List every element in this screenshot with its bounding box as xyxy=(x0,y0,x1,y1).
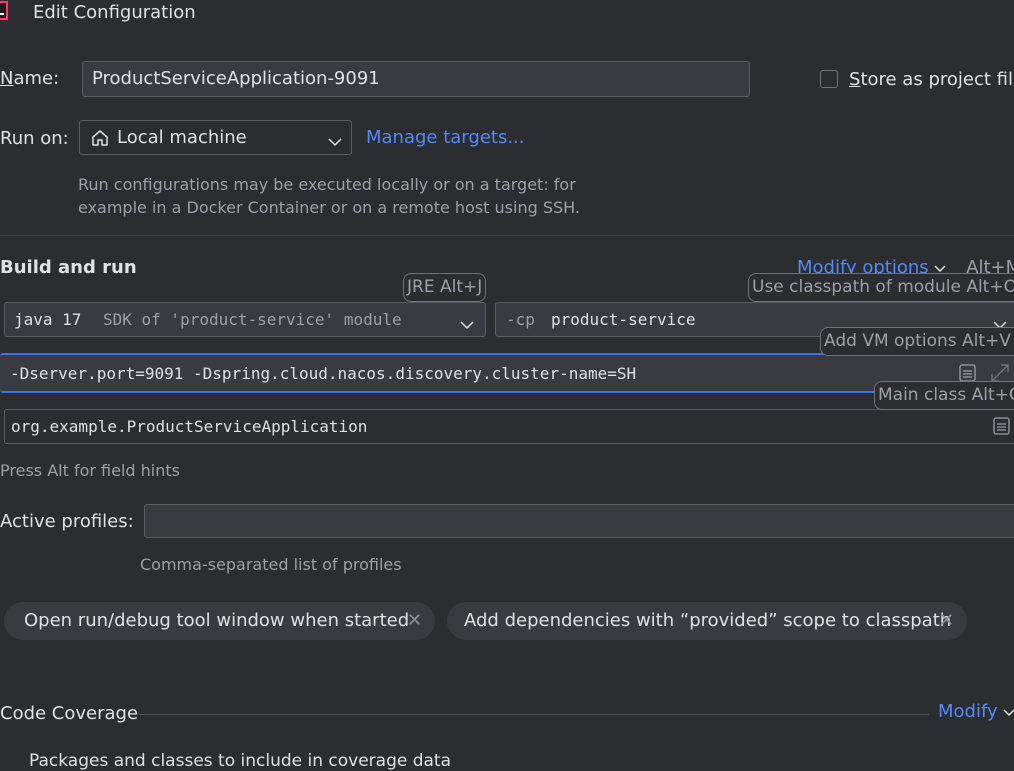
chip-provided-scope[interactable]: Add dependencies with “provided” scope t… xyxy=(447,602,967,640)
chevron-down-icon xyxy=(1003,701,1014,722)
jre-description: SDK of 'product-service' module xyxy=(103,310,402,329)
classpath-flag: -cp xyxy=(506,310,535,329)
classpath-module: product-service xyxy=(551,310,696,329)
run-on-select[interactable]: Local machine xyxy=(79,120,352,155)
build-run-header: Build and run xyxy=(0,257,137,278)
classpath-hint-badge: Use classpath of module Alt+O xyxy=(748,273,1014,302)
chevron-down-icon xyxy=(460,315,474,335)
code-coverage-modify[interactable]: Modify xyxy=(938,701,1014,722)
main-class-input[interactable]: org.example.ProductServiceApplication xyxy=(4,409,1014,444)
app-icon xyxy=(0,1,10,21)
field-hint-text: Press Alt for field hints xyxy=(0,461,180,480)
name-label-mnemonic: N xyxy=(0,68,14,89)
active-profiles-input[interactable] xyxy=(144,504,1014,538)
run-on-value: Local machine xyxy=(117,127,247,148)
active-profiles-help: Comma-separated list of profiles xyxy=(140,555,402,574)
vm-options-hint-badge: Add VM options Alt+V xyxy=(820,327,1014,356)
home-icon xyxy=(90,128,110,153)
run-on-help-line1: Run configurations may be executed local… xyxy=(78,175,576,194)
jre-select[interactable]: java 17 SDK of 'product-service' module xyxy=(4,302,486,337)
code-coverage-modify-link[interactable]: Modify xyxy=(938,701,998,722)
code-coverage-divider xyxy=(139,714,929,715)
name-input[interactable]: ProductServiceApplication-9091 xyxy=(82,61,750,97)
chip-label: Add dependencies with “provided” scope t… xyxy=(464,610,952,631)
store-project-mnemonic: S xyxy=(849,69,861,90)
chip-open-tool-window[interactable]: Open run/debug tool window when started … xyxy=(4,602,435,640)
store-project-checkbox[interactable] xyxy=(820,70,838,88)
code-coverage-header: Code Coverage xyxy=(0,703,139,724)
code-coverage-subtext: Packages and classes to include in cover… xyxy=(29,751,452,771)
section-divider xyxy=(0,235,1014,236)
vm-options-input[interactable]: -Dserver.port=9091 -Dspring.cloud.nacos.… xyxy=(0,353,1014,393)
store-project-label[interactable]: Store as project file xyxy=(849,69,1014,90)
active-profiles-label: Active profiles: xyxy=(0,511,134,532)
chevron-down-icon xyxy=(328,132,342,152)
name-label-rest: ame: xyxy=(13,68,60,89)
close-icon[interactable]: ✕ xyxy=(939,602,954,640)
store-project-rest: tore as project file xyxy=(860,69,1014,90)
manage-targets-link[interactable]: Manage targets... xyxy=(366,127,525,148)
window-title: Edit Configuration xyxy=(33,2,196,23)
chip-label: Open run/debug tool window when started xyxy=(24,610,410,631)
jre-version: java 17 xyxy=(14,310,82,329)
run-on-label: Run on: xyxy=(0,128,69,149)
name-label: Name: xyxy=(0,68,59,89)
browse-list-icon[interactable] xyxy=(993,417,1011,440)
run-on-help-line2: example in a Docker Container or on a re… xyxy=(78,198,580,217)
name-input-value: ProductServiceApplication-9091 xyxy=(92,68,380,89)
main-class-hint-badge: Main class Alt+C xyxy=(874,381,1014,410)
main-class-value: org.example.ProductServiceApplication xyxy=(11,417,368,436)
jre-hint-badge: JRE Alt+J xyxy=(403,273,487,302)
vm-options-value: -Dserver.port=9091 -Dspring.cloud.nacos.… xyxy=(10,364,637,383)
close-icon[interactable]: ✕ xyxy=(407,602,422,640)
